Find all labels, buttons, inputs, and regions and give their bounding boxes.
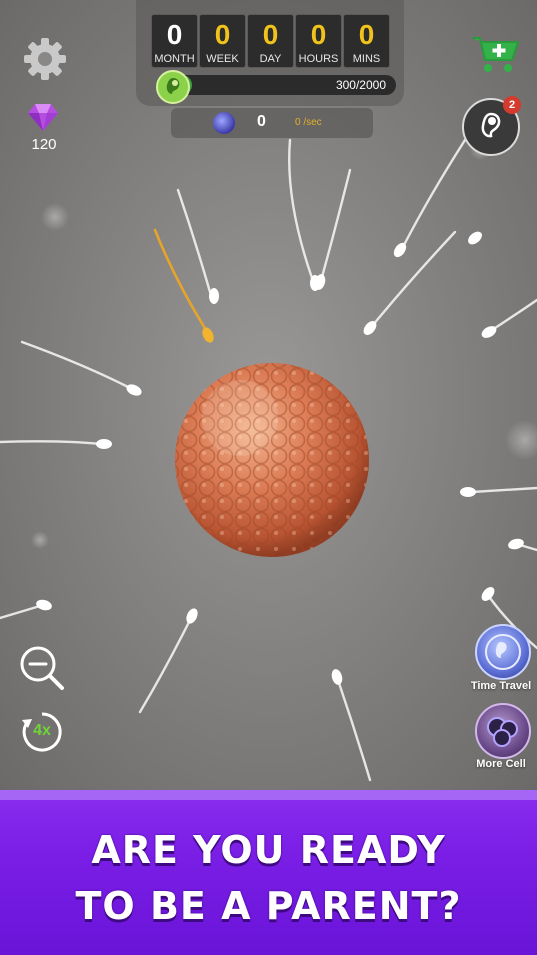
timer-week-value: 0 [214, 19, 231, 50]
embryo-icon [156, 70, 190, 104]
timer-month: 0 MONTH [151, 14, 198, 68]
timer-day-label: DAY [259, 53, 282, 65]
speed-button[interactable]: 4x [20, 710, 64, 754]
time-travel-label: Time Travel [470, 680, 532, 692]
cell-icon [213, 112, 235, 134]
banner-top-stripe [0, 790, 537, 800]
timer-week: 0 WEEK [199, 14, 246, 68]
timer-mins: 0 MINS [343, 14, 390, 68]
shop-cart-icon[interactable] [470, 34, 520, 76]
timer-day: 0 DAY [247, 14, 294, 68]
progress-text: 300/2000 [336, 78, 386, 92]
promo-banner: ARE YOU READY TO BE A PARENT? [0, 790, 537, 955]
gear-icon[interactable] [22, 36, 68, 82]
diamond-icon [28, 104, 58, 131]
zoom-out-icon[interactable] [18, 644, 66, 692]
banner-line-2: TO BE A PARENT? [75, 884, 462, 928]
cell-count: 0 [257, 113, 266, 130]
progress-current: 300 [335, 78, 356, 92]
per-sec-value: 0 [295, 117, 301, 128]
more-cell-label: More Cell [476, 758, 526, 770]
timer-week-label: WEEK [206, 53, 239, 65]
timer-hours-label: HOURS [298, 53, 339, 65]
more-cell-button[interactable] [475, 703, 531, 759]
timer-mins-value: 0 [358, 19, 375, 50]
time-travel-button[interactable] [475, 624, 531, 680]
notification-badge: 2 [503, 96, 521, 114]
growth-progress-bar: 300/2000 [156, 75, 396, 95]
speed-label: 4x [33, 722, 51, 739]
per-sec-unit: /sec [303, 117, 322, 128]
timer-day-value: 0 [262, 19, 279, 50]
clock-fetus-icon [485, 634, 521, 670]
progress-max: /2000 [355, 78, 386, 92]
gem-count: 120 [31, 136, 57, 153]
cell-rate-panel: 0 0 /sec [171, 108, 373, 138]
timer-month-label: MONTH [154, 53, 195, 65]
banner-line-1: ARE YOU READY [91, 828, 446, 872]
timer-month-value: 0 [166, 19, 183, 50]
timer-hours: 0 HOURS [295, 14, 342, 68]
cells-icon [487, 717, 518, 747]
cell-per-sec: 0 /sec [295, 117, 322, 128]
timer-mins-label: MINS [352, 53, 381, 65]
timer-hours-value: 0 [310, 19, 327, 50]
